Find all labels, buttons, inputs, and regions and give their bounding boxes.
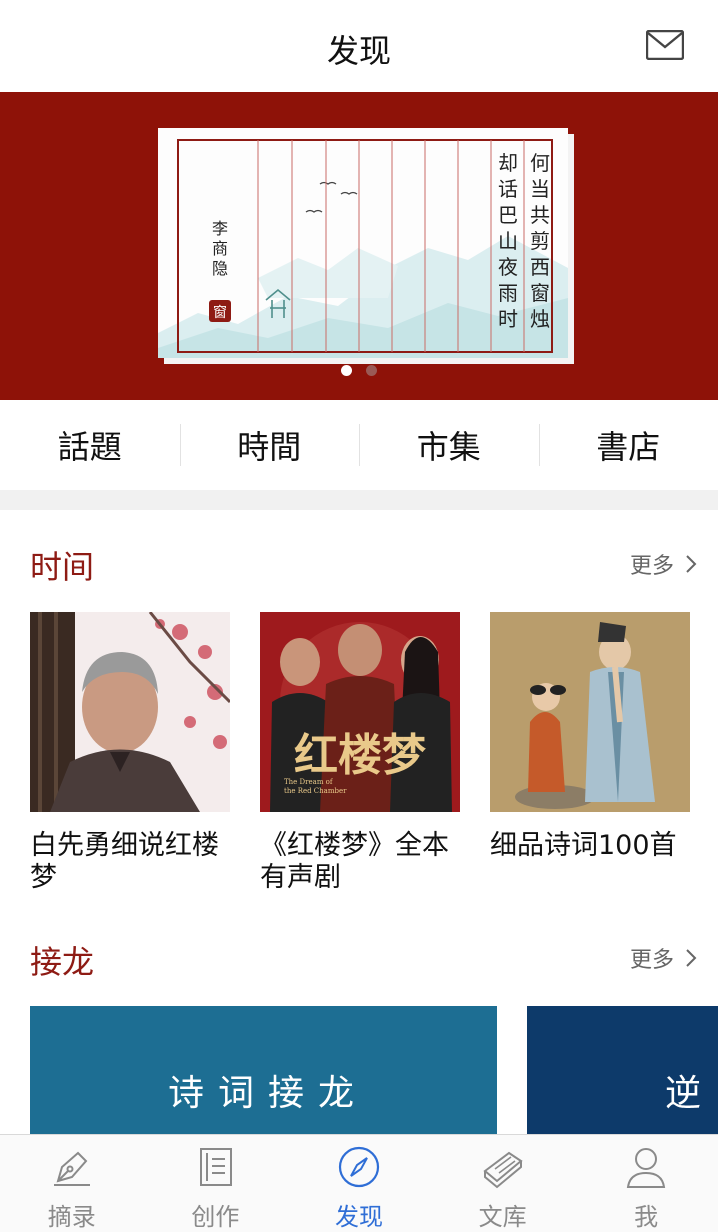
tab-topics[interactable]: 話題 (0, 400, 180, 490)
page-title: 发现 (326, 32, 391, 70)
chevron-right-icon (686, 555, 697, 573)
top-bar: 发现 (0, 0, 718, 92)
nav-discover[interactable]: 发现 (287, 1135, 431, 1232)
nav-label: 摘录 (47, 1203, 96, 1231)
time-item-1[interactable]: 白先勇细说红楼梦 (30, 611, 232, 894)
chevron-right-icon (686, 949, 697, 967)
nav-me[interactable]: 我 (574, 1135, 718, 1232)
tab-time[interactable]: 時間 (179, 400, 360, 490)
time-item-2[interactable]: 红楼梦 The Dream of the Red Chamber 《红楼梦》全本… (260, 612, 460, 894)
svg-text:何当共剪西窗烛: 何当共剪西窗烛 (530, 151, 550, 331)
relay-card-title: 逆 (665, 1073, 716, 1114)
svg-text:窗: 窗 (213, 304, 227, 321)
document-icon (200, 1148, 233, 1186)
compass-icon (338, 1146, 380, 1188)
svg-text:却话巴山夜雨时: 却话巴山夜雨时 (498, 151, 518, 331)
section-divider (0, 490, 718, 510)
item-title: 细品诗词100首 (490, 830, 677, 861)
relay-section-title: 接龙 (30, 943, 95, 981)
poetry-100-cover (490, 612, 690, 812)
relay-card-title: 诗词接龙 (168, 1073, 369, 1114)
nav-label: 我 (634, 1203, 659, 1231)
time-more-link[interactable]: 更多 (630, 548, 698, 580)
item-title: 《红楼梦》全本有声剧 (260, 830, 449, 893)
svg-text:the Red Chamber: the Red Chamber (284, 787, 347, 795)
category-tabs: 話題 時間 市集 書店 (0, 400, 718, 490)
svg-text:红楼梦: 红楼梦 (294, 730, 426, 781)
relay-card-2[interactable]: 逆 (527, 1006, 718, 1134)
nav-label: 文库 (478, 1203, 527, 1231)
nav-label: 创作 (191, 1203, 240, 1231)
nav-label: 发现 (334, 1203, 383, 1231)
user-icon (627, 1148, 666, 1188)
more-label: 更多 (629, 948, 674, 973)
carousel-dot-1[interactable] (341, 365, 353, 376)
books-icon (482, 1151, 523, 1189)
more-label: 更多 (629, 554, 674, 579)
tab-market[interactable]: 市集 (359, 400, 539, 490)
time-section-title: 时间 (30, 548, 95, 586)
mail-icon[interactable] (646, 30, 684, 60)
relay-more-link[interactable]: 更多 (630, 942, 698, 974)
svg-text:李商隐: 李商隐 (212, 219, 228, 278)
time-item-3[interactable]: 细品诗词100首 (490, 612, 690, 862)
svg-text:The Dream of: The Dream of (284, 778, 334, 786)
nav-library[interactable]: 文库 (431, 1135, 575, 1232)
relay-card-poetry[interactable]: 诗词接龙 (30, 1006, 497, 1134)
nav-create[interactable]: 创作 (144, 1135, 288, 1232)
item-title: 白先勇细说红楼梦 (30, 830, 219, 893)
pen-nib-icon (53, 1151, 90, 1186)
carousel-indicator (0, 361, 718, 380)
carousel-dot-2[interactable] (365, 365, 377, 376)
bottom-navigation: 摘录 创作 发现 文库 我 (0, 1134, 718, 1232)
tab-bookstore[interactable]: 書店 (538, 400, 718, 490)
hongloumeng-cover: 红楼梦 The Dream of the Red Chamber (260, 612, 460, 812)
bai-xianyong-cover (30, 611, 232, 812)
nav-excerpt[interactable]: 摘录 (0, 1135, 144, 1232)
poem-banner-image[interactable]: 何当共剪西窗烛 却话巴山夜雨时 李商隐 窗 (158, 128, 574, 364)
banner-carousel[interactable]: 何当共剪西窗烛 却话巴山夜雨时 李商隐 窗 (0, 92, 718, 400)
